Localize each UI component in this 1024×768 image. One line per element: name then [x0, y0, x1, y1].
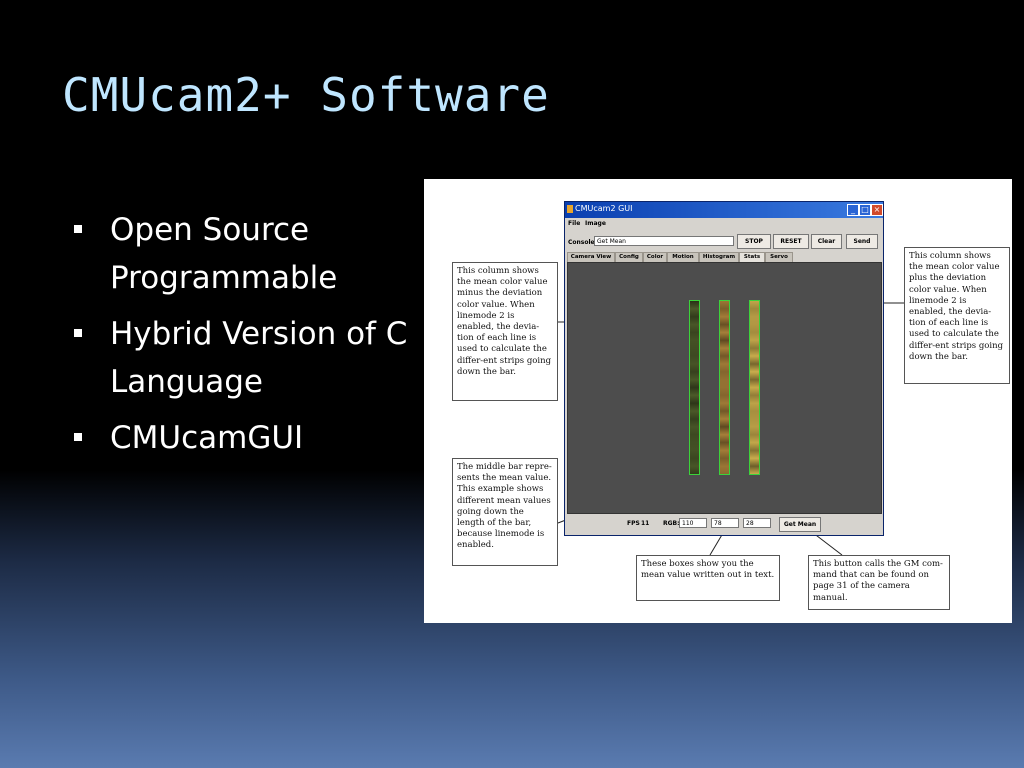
console-label: Console: — [568, 239, 598, 246]
console-input[interactable]: Get Mean — [594, 236, 734, 246]
strip-plus-deviation — [749, 300, 760, 475]
bullet-item: Hybrid Version of C Language — [72, 310, 432, 406]
rgb-red-field[interactable]: 110 — [679, 518, 707, 528]
rgb-green-field[interactable]: 78 — [711, 518, 739, 528]
close-icon[interactable]: × — [871, 204, 883, 216]
send-button[interactable]: Send — [846, 234, 878, 249]
tab-camera-view[interactable]: Camera View — [567, 252, 615, 262]
tab-config[interactable]: Config — [615, 252, 643, 262]
tab-motion[interactable]: Motion — [667, 252, 699, 262]
fps-label: FPS — [627, 520, 640, 527]
square-bullet-icon — [74, 329, 82, 337]
window-titlebar: CMUcam2 GUI _ □ × — [565, 202, 883, 218]
annotation-right-top: This column shows the mean color value p… — [904, 247, 1010, 384]
maximize-icon[interactable]: □ — [859, 204, 871, 216]
tab-stats[interactable]: Stats — [739, 252, 765, 262]
annotation-left-top: This column shows the mean color value m… — [452, 262, 558, 401]
bullet-text: Open Source — [110, 212, 310, 248]
tab-servo[interactable]: Servo — [765, 252, 793, 262]
stats-canvas — [567, 262, 882, 514]
bullet-text-continued: Programmable — [110, 260, 338, 296]
square-bullet-icon — [74, 433, 82, 441]
tab-histogram[interactable]: Histogram — [699, 252, 739, 262]
annotation-bottom-center: These boxes show you the mean value writ… — [636, 555, 780, 601]
annotation-bottom-right: This button calls the GM com-mand that c… — [808, 555, 950, 610]
rgb-label: RGB: — [663, 520, 680, 527]
annotation-left-bottom: The middle bar repre-sents the mean valu… — [452, 458, 558, 566]
gui-screenshot-figure: CMUcam2 GUI _ □ × File Image Console: Ge… — [424, 179, 1012, 623]
bullet-text: CMUcamGUI — [110, 420, 304, 456]
stop-button[interactable]: STOP — [737, 234, 771, 249]
strip-mean — [719, 300, 730, 475]
menu-bar: File Image — [565, 219, 883, 230]
get-mean-button[interactable]: Get Mean — [779, 517, 821, 532]
slide-title: CMUcam2+ Software — [62, 68, 550, 122]
minimize-icon[interactable]: _ — [847, 204, 859, 216]
window-title: CMUcam2 GUI — [575, 204, 633, 213]
rgb-blue-field[interactable]: 28 — [743, 518, 771, 528]
menu-file[interactable]: File — [568, 220, 580, 227]
square-bullet-icon — [74, 225, 82, 233]
reset-button[interactable]: RESET — [773, 234, 809, 249]
cmucam-gui-window: CMUcam2 GUI _ □ × File Image Console: Ge… — [564, 201, 884, 536]
bullet-item: CMUcamGUI — [72, 414, 432, 462]
strip-minus-deviation — [689, 300, 700, 475]
app-icon — [567, 205, 573, 213]
tab-color[interactable]: Color — [643, 252, 667, 262]
bullet-item: Open Source Programmable — [72, 206, 432, 302]
bullet-list: Open Source Programmable Hybrid Version … — [72, 206, 432, 470]
fps-value: 11 — [641, 520, 650, 527]
bullet-text: Hybrid Version of C — [110, 316, 408, 352]
bullet-text-continued: Language — [110, 364, 263, 400]
clear-button[interactable]: Clear — [811, 234, 842, 249]
menu-image[interactable]: Image — [585, 220, 606, 227]
status-bar: FPS 11 RGB: 110 78 28 Get Mean — [565, 516, 883, 532]
